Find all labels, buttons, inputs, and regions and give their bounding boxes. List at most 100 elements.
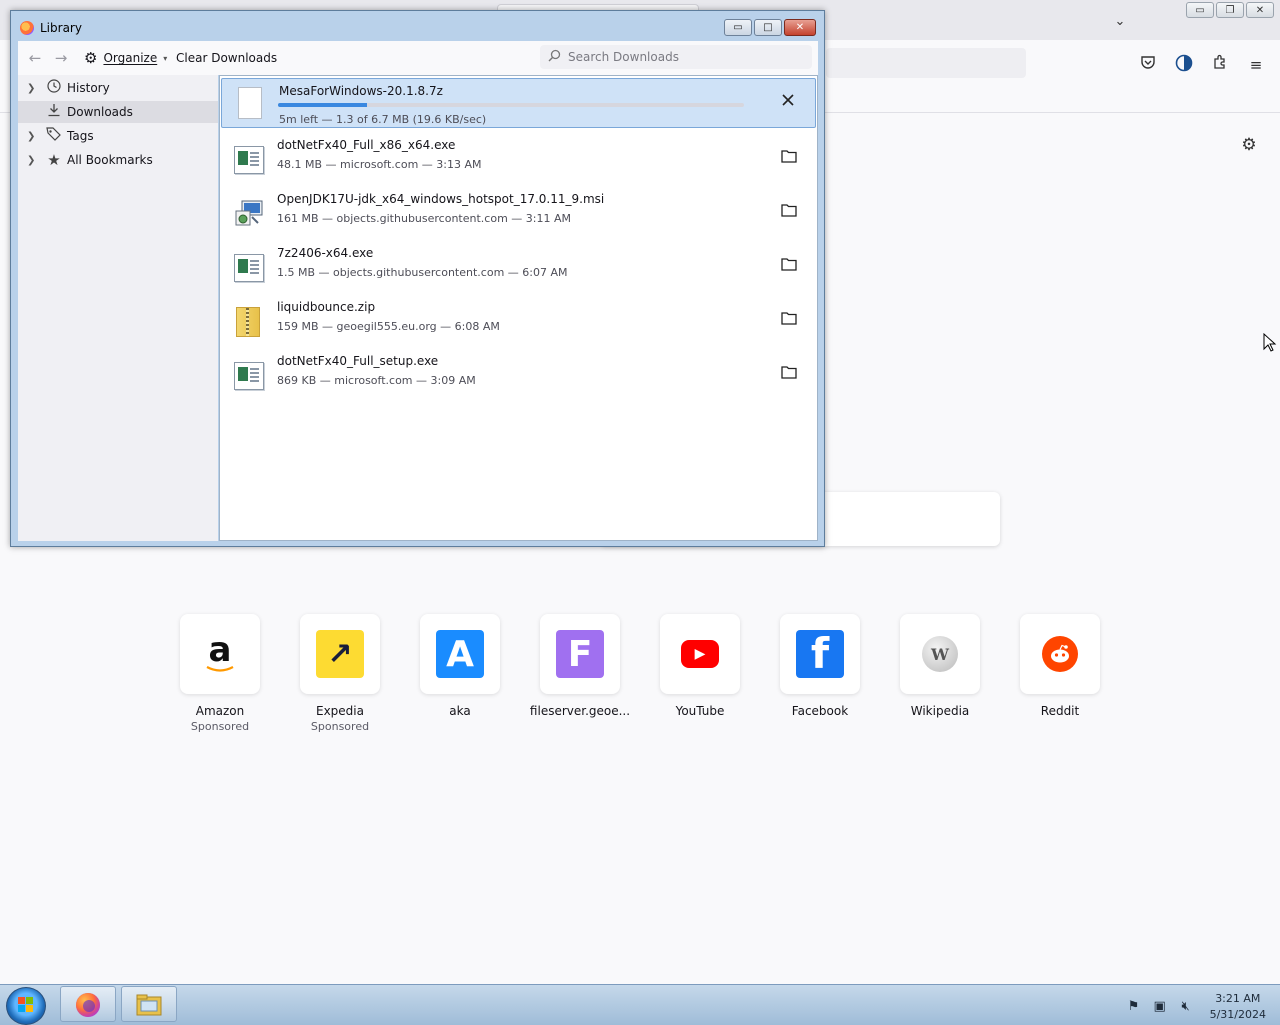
topsite-tile[interactable]: f bbox=[780, 614, 860, 694]
gear-icon: ⚙ bbox=[84, 49, 98, 67]
pocket-icon[interactable] bbox=[1137, 54, 1159, 76]
hamburger-menu-icon[interactable]: ≡ bbox=[1245, 54, 1267, 76]
show-in-folder-button[interactable] bbox=[780, 203, 798, 221]
dropdown-caret-icon: ▾ bbox=[163, 53, 168, 63]
list-all-tabs-chevron-icon[interactable]: ⌄ bbox=[1110, 12, 1130, 32]
close-button[interactable]: ✕ bbox=[784, 19, 816, 36]
download-item[interactable]: 7z2406-x64.exe 1.5 MB — objects.githubus… bbox=[220, 240, 817, 294]
sidebar-item-tags[interactable]: ❯ Tags bbox=[18, 125, 218, 147]
sidebar-item-all-bookmarks[interactable]: ❯ ★ All Bookmarks bbox=[18, 149, 218, 171]
download-filename: dotNetFx40_Full_x86_x64.exe bbox=[277, 138, 456, 152]
topsite-label: Expedia bbox=[316, 704, 364, 718]
download-filename: OpenJDK17U-jdk_x64_windows_hotspot_17.0.… bbox=[277, 192, 605, 206]
firefox-account-icon[interactable] bbox=[1173, 54, 1195, 76]
download-item[interactable]: liquidbounce.zip 159 MB — geoegil555.eu.… bbox=[220, 294, 817, 348]
expand-chevron-icon[interactable]: ❯ bbox=[27, 155, 39, 166]
topsite-tile[interactable]: a bbox=[180, 614, 260, 694]
cancel-icon bbox=[782, 94, 794, 106]
tag-icon bbox=[45, 127, 63, 145]
clear-downloads-button[interactable]: Clear Downloads bbox=[176, 51, 277, 65]
topsite-wikipedia[interactable]: W Wikipedia bbox=[880, 614, 1000, 733]
action-center-flag-icon[interactable]: ⚑ bbox=[1126, 999, 1142, 1015]
volume-muted-icon[interactable]: 🔇︎ bbox=[1178, 999, 1194, 1015]
sidebar-item-label: Tags bbox=[67, 129, 94, 143]
search-downloads-input[interactable] bbox=[566, 49, 800, 65]
download-progress-fill bbox=[278, 103, 367, 107]
topsite-tile[interactable]: F bbox=[540, 614, 620, 694]
topsite-reddit[interactable]: Reddit bbox=[1000, 614, 1120, 733]
search-icon bbox=[548, 49, 562, 65]
exe-file-icon bbox=[232, 251, 264, 283]
taskbar-firefox-button[interactable] bbox=[60, 986, 116, 1022]
minimize-button[interactable]: ▭ bbox=[724, 19, 752, 36]
extensions-puzzle-icon[interactable] bbox=[1209, 54, 1231, 76]
firefox-restore-button[interactable]: ❐ bbox=[1216, 2, 1244, 18]
topsite-amazon[interactable]: a Amazon Sponsored bbox=[160, 614, 280, 733]
topsite-tile[interactable] bbox=[1020, 614, 1100, 694]
topsite-facebook[interactable]: f Facebook bbox=[760, 614, 880, 733]
cancel-download-button[interactable] bbox=[779, 93, 797, 111]
download-filename: MesaForWindows-20.1.8.7z bbox=[279, 84, 443, 98]
expand-chevron-icon[interactable]: ❯ bbox=[27, 83, 39, 94]
expedia-logo: ↗ bbox=[316, 630, 364, 678]
expand-chevron-icon[interactable]: ❯ bbox=[27, 131, 39, 142]
explorer-folder-icon bbox=[136, 994, 162, 1016]
windows-logo-icon bbox=[18, 997, 33, 1012]
topsites-grid: a Amazon Sponsored ↗ Expedia Sponsored A… bbox=[160, 614, 1120, 733]
sidebar-item-label: Downloads bbox=[67, 105, 133, 119]
youtube-play-glyph: ▶ bbox=[694, 646, 706, 662]
taskbar-clock[interactable]: 3:21 AM 5/31/2024 bbox=[1210, 991, 1266, 1023]
sidebar-item-downloads[interactable]: Downloads bbox=[18, 101, 218, 123]
folder-icon bbox=[781, 312, 797, 325]
download-status: 869 KB — microsoft.com — 3:09 AM bbox=[277, 374, 476, 387]
sponsored-label: Sponsored bbox=[310, 720, 370, 733]
forward-arrow-icon[interactable]: → bbox=[52, 49, 70, 67]
firefox-close-button[interactable]: ✕ bbox=[1246, 2, 1274, 18]
exe-file-icon bbox=[232, 359, 264, 391]
topsite-tile[interactable]: ↗ bbox=[300, 614, 380, 694]
taskbar-explorer-button[interactable] bbox=[121, 986, 177, 1022]
download-item[interactable]: dotNetFx40_Full_x86_x64.exe 48.1 MB — mi… bbox=[220, 132, 817, 186]
show-in-folder-button[interactable] bbox=[780, 365, 798, 383]
organize-menu-button[interactable]: ⚙ Organize ▾ bbox=[84, 49, 167, 67]
topsite-expedia[interactable]: ↗ Expedia Sponsored bbox=[280, 614, 400, 733]
topsite-fileserver[interactable]: F fileserver.geoe... bbox=[520, 614, 640, 733]
exe-file-icon bbox=[232, 143, 264, 175]
back-arrow-icon[interactable]: ← bbox=[26, 49, 44, 67]
show-in-folder-button[interactable] bbox=[780, 311, 798, 329]
topsite-aka[interactable]: A aka bbox=[400, 614, 520, 733]
download-progress-bar bbox=[278, 103, 744, 107]
network-icon[interactable]: ▣ bbox=[1152, 999, 1168, 1015]
topsite-tile[interactable]: ▶ bbox=[660, 614, 740, 694]
sidebar-item-label: History bbox=[67, 81, 110, 95]
topsite-label: Amazon bbox=[195, 704, 245, 718]
start-button[interactable] bbox=[6, 987, 46, 1025]
expedia-logo-glyph: ↗ bbox=[327, 636, 353, 672]
download-item-active[interactable]: MesaForWindows-20.1.8.7z 5m left — 1.3 o… bbox=[221, 78, 816, 128]
topsite-label: Wikipedia bbox=[910, 704, 970, 718]
download-filename: dotNetFx40_Full_setup.exe bbox=[277, 354, 439, 368]
library-titlebar[interactable]: Library ▭ □ ✕ bbox=[11, 11, 824, 41]
search-downloads-field[interactable] bbox=[540, 45, 812, 69]
clock-date: 5/31/2024 bbox=[1209, 1008, 1266, 1021]
firefox-minimize-button[interactable]: ▭ bbox=[1186, 2, 1214, 18]
maximize-button[interactable]: □ bbox=[754, 19, 782, 36]
show-in-folder-button[interactable] bbox=[780, 149, 798, 167]
topsite-label: aka bbox=[449, 704, 471, 718]
library-sidebar: ❯ History Downloads ❯ Tags ❯ ★ All Bookm… bbox=[18, 75, 218, 541]
sidebar-item-history[interactable]: ❯ History bbox=[18, 77, 218, 99]
newtab-settings-gear-icon[interactable]: ⚙ bbox=[1238, 134, 1260, 156]
topsite-tile[interactable]: W bbox=[900, 614, 980, 694]
folder-icon bbox=[781, 150, 797, 163]
download-item[interactable]: OpenJDK17U-jdk_x64_windows_hotspot_17.0.… bbox=[220, 186, 817, 240]
sponsored-label: Sponsored bbox=[190, 720, 250, 733]
show-in-folder-button[interactable] bbox=[780, 257, 798, 275]
firefox-urlbar[interactable] bbox=[826, 48, 1026, 78]
topsite-tile[interactable]: A bbox=[420, 614, 500, 694]
aka-logo-letter: A bbox=[446, 633, 474, 675]
system-tray: ⚑ ▣ 🔇︎ 3:21 AM 5/31/2024 bbox=[1126, 991, 1266, 1023]
topsite-youtube[interactable]: ▶ YouTube bbox=[640, 614, 760, 733]
download-item[interactable]: dotNetFx40_Full_setup.exe 869 KB — micro… bbox=[220, 348, 817, 402]
firefox-window-controls: ▭ ❐ ✕ bbox=[1186, 2, 1274, 18]
msi-installer-icon bbox=[232, 197, 264, 229]
